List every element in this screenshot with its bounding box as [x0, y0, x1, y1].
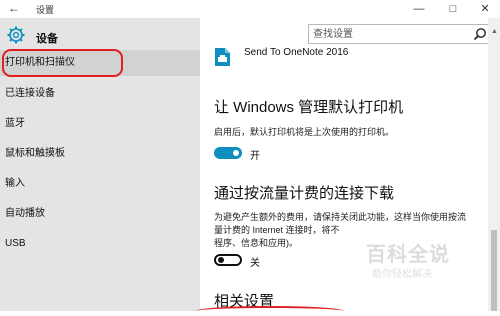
metered-description: 为避免产生额外的费用，请保持关闭此功能，这样当你使用按流 量计费的 Intern…	[214, 211, 500, 250]
back-arrow-icon[interactable]: ←	[8, 1, 20, 15]
main-content: Send To OneNote 2016 让 Windows 管理默认打印机 启…	[200, 44, 488, 311]
highlight-circle-annotation	[2, 49, 123, 77]
close-button[interactable]: ✕	[472, 0, 498, 18]
default-printer-description: 启用后，默认打印机将是上次使用的打印机。	[214, 127, 395, 137]
sidebar-item-connected-devices[interactable]: 已连接设备	[0, 81, 200, 107]
search-box[interactable]	[308, 24, 492, 44]
sidebar-item-usb[interactable]: USB	[0, 231, 200, 257]
metered-toggle[interactable]	[214, 254, 242, 266]
metered-toggle-label: 关	[250, 258, 260, 269]
scrollbar-thumb[interactable]	[491, 230, 497, 311]
sidebar-title: 设备	[36, 33, 58, 45]
highlight-underline-annotation	[196, 306, 344, 316]
search-icon[interactable]	[473, 27, 487, 41]
watermark-subtitle: 助你轻松解决	[372, 269, 432, 280]
metered-description-line: 程序、信息和应用)。	[214, 238, 298, 248]
search-input[interactable]	[313, 26, 463, 42]
default-printer-toggle[interactable]	[214, 147, 242, 159]
scroll-up-icon[interactable]: ▲	[491, 28, 498, 35]
printer-icon	[215, 48, 230, 66]
metered-heading: 通过按流量计费的连接下载	[214, 185, 395, 202]
title-bar: ← 设置 — □ ✕	[0, 0, 500, 18]
minimize-button[interactable]: —	[406, 0, 432, 18]
window-title: 设置	[36, 5, 55, 15]
default-printer-heading: 让 Windows 管理默认打印机	[214, 99, 404, 116]
sidebar-item-typing[interactable]: 输入	[0, 171, 200, 197]
metered-description-line: 为避免产生额外的费用，请保持关闭此功能，这样当你使用按流	[214, 212, 467, 222]
sidebar-item-autoplay[interactable]: 自动播放	[0, 201, 200, 227]
sidebar-header: 设备	[0, 24, 200, 50]
default-printer-toggle-label: 开	[250, 151, 260, 162]
scrollbar[interactable]: ▲	[488, 18, 500, 311]
watermark-title: 百科全说	[366, 244, 450, 266]
maximize-button[interactable]: □	[440, 0, 466, 18]
sidebar-item-mouse-touchpad[interactable]: 鼠标和触摸板	[0, 141, 200, 167]
toggle-knob	[233, 150, 239, 156]
metered-description-line: 量计费的 Internet 连接时，将不	[214, 225, 340, 235]
sidebar-item-bluetooth[interactable]: 蓝牙	[0, 111, 200, 137]
gear-icon	[7, 26, 25, 44]
toggle-knob	[218, 257, 224, 263]
printer-name[interactable]: Send To OneNote 2016	[244, 47, 348, 58]
